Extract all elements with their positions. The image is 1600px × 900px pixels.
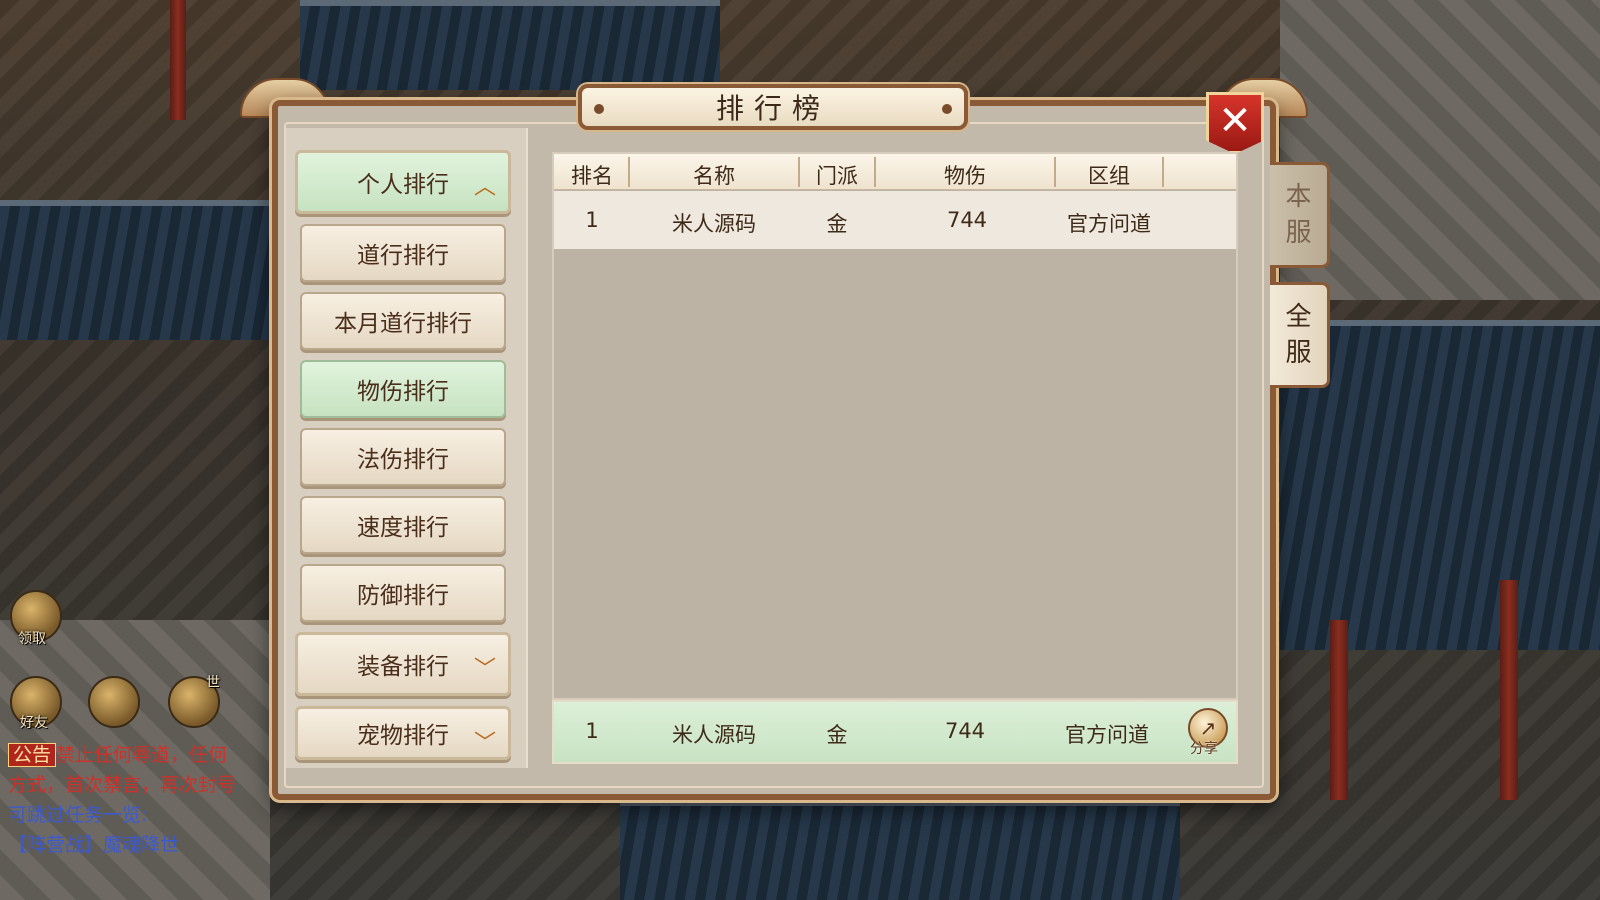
page-title: 排行榜 [715, 92, 830, 125]
roof-left [0, 200, 280, 340]
menu-item-label: 物伤排行 [357, 379, 449, 405]
menu-item-monthly-daoxing[interactable]: 本月道行排行 [300, 292, 506, 350]
menu-item-label: 法伤排行 [357, 447, 449, 473]
menu-item-label: 本月道行排行 [334, 311, 472, 337]
menu-item-defense[interactable]: 防御排行 [300, 564, 506, 622]
cell-school: 金 [826, 212, 848, 236]
pillar [170, 0, 186, 120]
column-header-physical-damage: 物伤 [944, 164, 986, 188]
cell-group: 官方问道 [1067, 212, 1151, 236]
my-school: 金 [826, 723, 848, 747]
menu-item-label: 防御排行 [357, 583, 449, 609]
my-group: 官方问道 [1065, 723, 1149, 747]
chat-line: 方式，首次禁言，再次封号 [8, 774, 237, 796]
tab-label: 服 [1285, 338, 1312, 368]
tab-all-servers[interactable]: 全 服 [1270, 282, 1330, 388]
chevron-down-icon: ﹀ [473, 731, 496, 756]
cell-value: 744 [946, 208, 988, 232]
title-plate: 排行榜 [578, 84, 968, 130]
claim-label: 领取 [18, 631, 46, 647]
title-ornament-dot [942, 104, 952, 114]
menu-item-magic-damage[interactable]: 法伤排行 [300, 428, 506, 486]
category-label: 宠物排行 [357, 723, 449, 749]
column-header-school: 门派 [816, 164, 858, 188]
friends-label: 好友 [20, 715, 48, 731]
category-personal-ranking[interactable]: 个人排行 ︿ [295, 150, 511, 214]
menu-item-speed[interactable]: 速度排行 [300, 496, 506, 554]
my-rank: 1 [585, 719, 599, 743]
tab-local-server[interactable]: 本 服 [1270, 162, 1330, 268]
roof-top [300, 0, 720, 90]
tab-label: 服 [1285, 218, 1312, 248]
menu-item-physical-damage[interactable]: 物伤排行 [300, 360, 506, 418]
pillar [1330, 620, 1348, 800]
chevron-down-icon: ﹀ [473, 657, 496, 682]
title-ornament-dot [594, 104, 604, 114]
chat-line: 可跳过任务一览: [8, 804, 148, 826]
column-separator [1162, 157, 1164, 187]
cell-rank: 1 [585, 208, 599, 232]
column-header-name: 名称 [693, 164, 735, 188]
chat-line: 禁止任何辱道，任何 [56, 744, 228, 766]
menu-item-daoxing[interactable]: 道行排行 [300, 224, 506, 282]
chat-log[interactable]: 公告 禁止任何辱道，任何 方式，首次禁言，再次封号 可跳过任务一览: 【阵营战】魔… [8, 740, 278, 870]
category-label: 个人排行 [357, 172, 449, 198]
chevron-up-icon: ︿ [473, 175, 496, 200]
chat-bubble-icon[interactable] [88, 676, 140, 728]
tab-label: 本 [1285, 182, 1312, 212]
menu-item-label: 道行排行 [357, 243, 449, 269]
column-header-rank: 排名 [571, 164, 613, 188]
world-channel-badge: 世 [206, 675, 220, 691]
menu-item-label: 速度排行 [357, 515, 449, 541]
column-header-server-group: 区组 [1088, 164, 1130, 188]
pillar [1500, 580, 1518, 800]
category-equipment-ranking[interactable]: 装备排行 ﹀ [295, 632, 511, 696]
chat-line[interactable]: 【阵营战】魔魂降世 [8, 830, 278, 860]
my-name: 米人源码 [672, 723, 756, 747]
category-pet-ranking[interactable]: 宠物排行 ﹀ [295, 706, 511, 760]
cell-name: 米人源码 [672, 212, 756, 236]
close-icon: ✕ [1218, 98, 1252, 144]
share-icon: ↗ [1199, 716, 1217, 740]
roof-bottom [620, 800, 1180, 900]
announcement-tag: 公告 [8, 743, 57, 767]
category-label: 装备排行 [357, 654, 449, 680]
share-label: 分享 [1190, 741, 1218, 757]
my-value: 744 [944, 719, 986, 743]
tab-label: 全 [1285, 302, 1312, 332]
